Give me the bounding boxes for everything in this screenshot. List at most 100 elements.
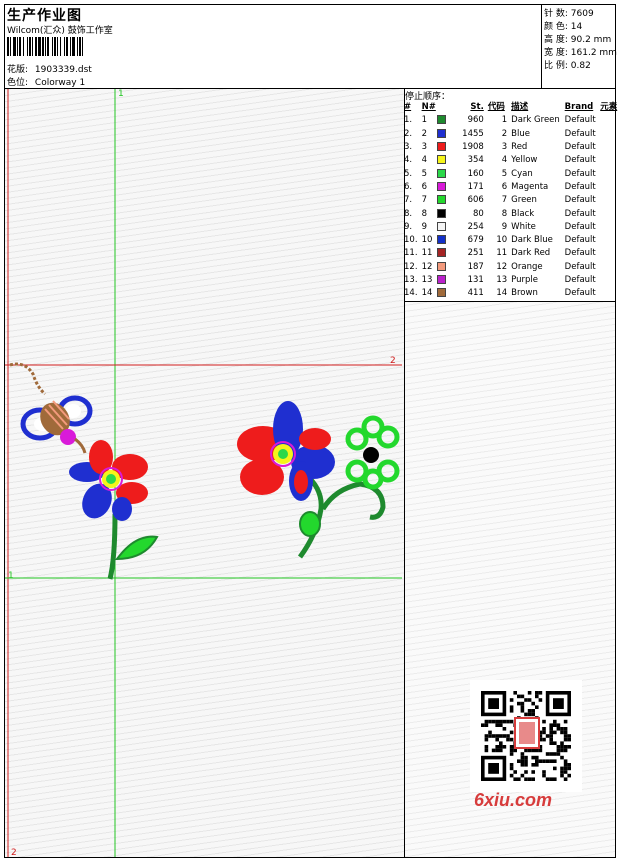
stop-element [600, 114, 620, 127]
stop-index: 9. [404, 221, 413, 232]
qr-module [520, 705, 525, 709]
color-swatch [437, 114, 449, 127]
stop-index: 11. [404, 248, 418, 259]
qr-module [527, 691, 532, 695]
qr-module [502, 727, 507, 731]
stop-brand: Default [564, 261, 596, 272]
stop-needle: 10 [421, 235, 433, 246]
colorway-label: 色位: [7, 78, 29, 88]
color-swatch-icon [437, 115, 447, 125]
stop-needle: 3 [421, 142, 427, 153]
qr-module [549, 752, 553, 756]
qr-module [567, 745, 571, 749]
qr-module [495, 723, 499, 727]
qr-finder [553, 698, 564, 709]
qr-module [520, 709, 525, 713]
stop-code: 11 [496, 248, 508, 259]
stop-needle: 12 [421, 261, 433, 272]
qr-module [542, 770, 546, 774]
stop-description: Yellow [511, 155, 538, 166]
qr-module [520, 701, 525, 706]
stop-needle: 2 [421, 128, 427, 139]
qr-module [531, 712, 535, 717]
stop-row: 9. 9 254 9 White Default [404, 221, 620, 234]
stop-row: 7. 7 606 7 Green Default [404, 194, 620, 207]
stop-description: Cyan [511, 168, 533, 179]
stop-description: Green [511, 195, 537, 206]
stop-description: Dark Green [511, 115, 560, 126]
stop-brand: Default [564, 248, 596, 259]
qr-module [513, 691, 517, 695]
qr-module [553, 777, 557, 781]
qr-module [488, 719, 492, 724]
qr-module [531, 748, 535, 753]
qr-module [567, 773, 571, 778]
qr-module [567, 737, 571, 742]
qr-module [563, 770, 568, 774]
stop-brand: Default [564, 155, 596, 166]
qr-code [470, 680, 582, 792]
color-swatch [437, 154, 449, 167]
stop-row: 3. 3 1908 3 Red Default [404, 141, 620, 154]
qr-module [553, 723, 557, 727]
stop-needle: 8 [421, 208, 427, 219]
qr-code-image [481, 691, 571, 781]
qr-module [527, 709, 532, 713]
qr-module [553, 759, 557, 763]
qr-module [560, 741, 564, 745]
qr-module [509, 737, 514, 742]
stop-code: 13 [496, 275, 508, 285]
qr-module [563, 766, 568, 771]
stop-element [600, 194, 620, 207]
qr-module [520, 694, 525, 699]
stop-brand: Default [564, 128, 596, 139]
stop-row: 2. 2 1455 2 Blue Default [404, 128, 620, 141]
stop-code: 6 [501, 181, 508, 192]
color-swatch [437, 207, 449, 220]
design-canvas[interactable]: 1 1 2 2 [5, 89, 404, 857]
stop-needle: 5 [421, 168, 427, 179]
page-title: 生产作业图 [7, 8, 82, 24]
qr-module [563, 737, 568, 742]
stop-index: 13. [404, 275, 418, 285]
qr-module [527, 777, 532, 781]
color-swatch-icon [437, 275, 447, 284]
stop-stitches: 411 [467, 288, 484, 299]
qr-module [488, 730, 492, 735]
qr-module [524, 698, 528, 702]
stop-stitches: 80 [472, 208, 484, 219]
col-index: # [404, 102, 412, 113]
qr-module [520, 763, 525, 767]
guide-marker-top: 1 [118, 89, 124, 99]
stop-element [600, 261, 620, 274]
guide-marker-bottom: 2 [11, 848, 17, 857]
stop-index: 4. [404, 155, 413, 166]
stop-needle: 1 [421, 115, 427, 126]
color-swatch-icon [437, 142, 447, 152]
guide-marker-right: 2 [390, 356, 396, 366]
qr-module [524, 770, 528, 774]
qr-module [535, 691, 539, 695]
qr-module [531, 763, 535, 767]
stop-brand: Default [564, 115, 596, 126]
stop-description: Blue [511, 128, 530, 139]
color-swatch-icon [437, 221, 447, 231]
embroidery-preview: 1 1 2 2 [5, 89, 402, 857]
qr-module [506, 734, 510, 738]
qr-module [535, 705, 539, 709]
color-swatch [437, 181, 449, 194]
spec-stitches: 针 数: 7609 [544, 9, 594, 19]
stop-needle: 7 [421, 195, 427, 206]
stop-code: 7 [501, 195, 508, 206]
qr-module [531, 755, 535, 760]
qr-module [495, 737, 499, 742]
qr-module [524, 763, 528, 767]
color-swatch-icon [437, 261, 447, 271]
stop-description: Dark Blue [511, 235, 553, 246]
qr-finder [488, 763, 499, 774]
stop-stitches: 160 [467, 168, 484, 179]
colorway-value: Colorway 1 [34, 78, 86, 88]
qr-module [542, 759, 546, 763]
stop-row: 12. 12 187 12 Orange Default [404, 261, 620, 274]
qr-module [527, 712, 532, 717]
